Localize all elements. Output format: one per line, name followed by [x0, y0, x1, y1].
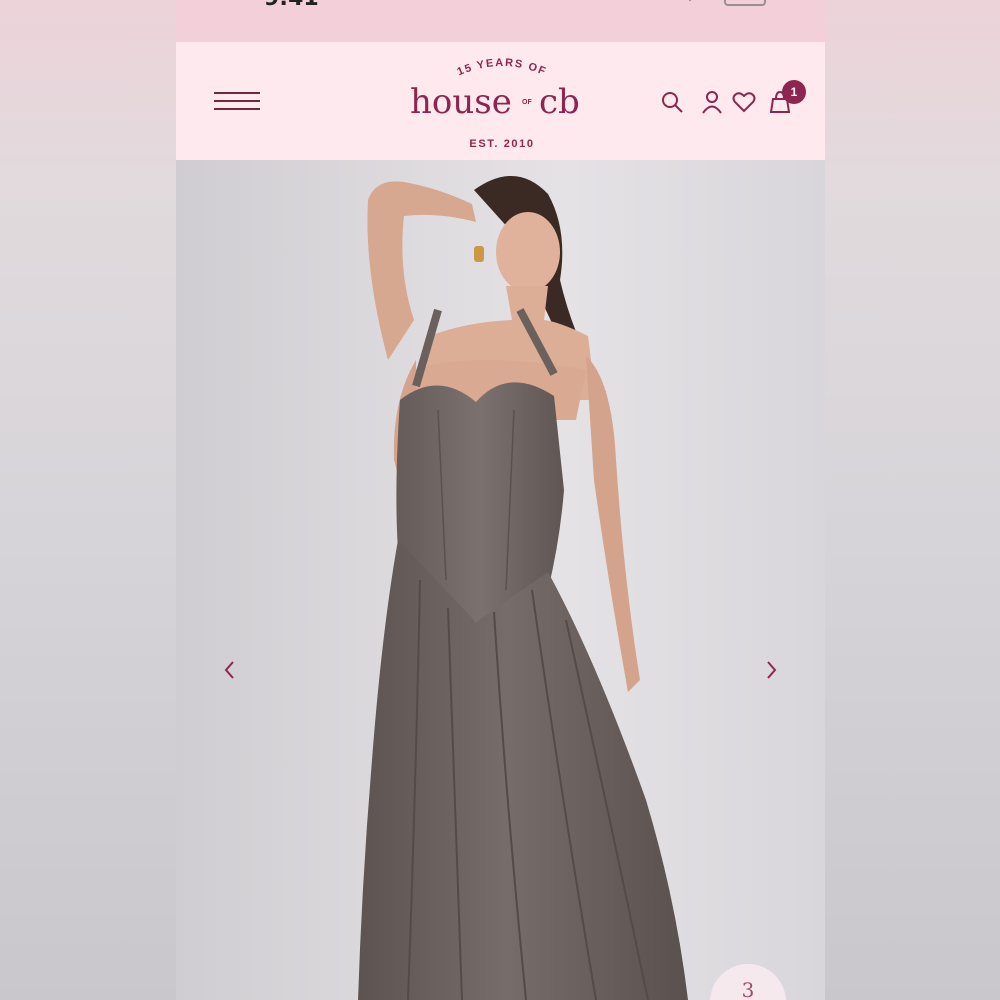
brand-logo[interactable]: 15 YEARS OF house OF cb EST. 2010	[402, 50, 602, 154]
background-blur-right	[825, 0, 1000, 1000]
logo-arc-text: 15 YEARS OF	[455, 57, 546, 78]
search-icon[interactable]	[660, 90, 684, 114]
anniversary-badge-text: 3	[741, 978, 755, 1000]
signal-icon	[688, 0, 692, 2]
logo-established: EST. 2010	[469, 138, 535, 150]
status-bar: 9:41	[176, 0, 825, 42]
hamburger-icon-line	[214, 100, 260, 102]
battery-icon	[724, 0, 766, 6]
logo-wordmark: house	[410, 82, 512, 122]
cart-count-badge: 1	[782, 80, 806, 104]
product-gallery[interactable]: 3	[176, 160, 825, 1000]
background-blur-left	[0, 0, 176, 1000]
heart-icon[interactable]	[732, 90, 756, 114]
logo-mark: 15 YEARS OF house OF cb	[410, 57, 580, 122]
svg-text:15 YEARS OF: 15 YEARS OF	[455, 57, 548, 78]
logo-wordmark-of: OF	[522, 99, 532, 106]
hamburger-icon-line	[214, 108, 260, 110]
product-image	[358, 175, 688, 1000]
chevron-right-icon[interactable]	[759, 658, 783, 682]
site-header: 15 YEARS OF house OF cb EST. 2010 1	[176, 42, 825, 160]
chevron-left-icon[interactable]	[218, 658, 242, 682]
menu-button[interactable]	[212, 90, 262, 112]
logo-wordmark-cb: cb	[539, 82, 580, 122]
hamburger-icon	[214, 92, 260, 94]
phone-screen: 9:41 15 YEARS OF house OF	[176, 0, 825, 1000]
status-time: 9:41	[264, 0, 319, 11]
account-icon[interactable]	[700, 90, 724, 114]
